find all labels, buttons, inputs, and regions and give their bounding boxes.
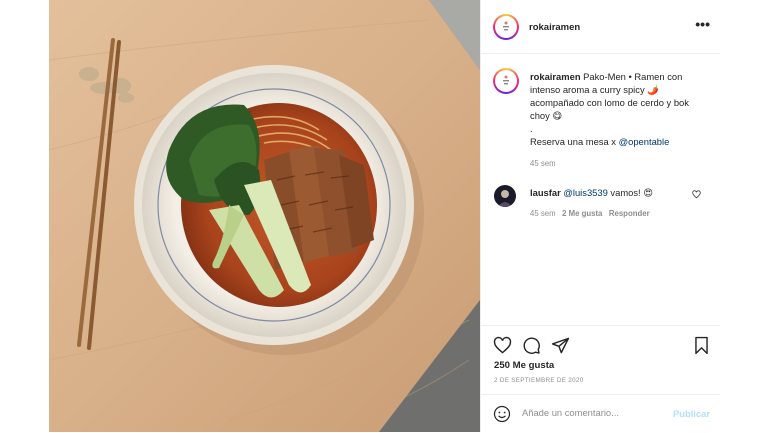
post-header: rokairamen •••: [481, 0, 720, 54]
caption-mention[interactable]: @opentable: [619, 136, 670, 147]
roka-logo-icon: [503, 21, 509, 31]
comment-likes[interactable]: 2 Me gusta: [562, 209, 602, 218]
post-date[interactable]: 2 DE SEPTIEMBRE DE 2020: [494, 377, 584, 384]
comment-username[interactable]: lausfar: [530, 187, 561, 198]
small-heart-icon[interactable]: [692, 190, 701, 199]
share-icon[interactable]: [551, 336, 570, 355]
comment-meta: 45 sem 2 Me gusta Responder: [530, 209, 650, 218]
heart-icon[interactable]: [493, 336, 512, 355]
more-options-icon[interactable]: •••: [695, 16, 710, 32]
comment-reply[interactable]: Responder: [609, 209, 650, 218]
post-caption: rokairamen Pako-Men • Ramen con intenso …: [530, 70, 710, 148]
comment-mention[interactable]: @luis3539: [563, 187, 607, 198]
caption-username[interactable]: rokairamen: [530, 71, 581, 82]
person-icon: [498, 190, 512, 207]
header-username[interactable]: rokairamen: [529, 22, 580, 33]
emoji-icon[interactable]: [493, 405, 511, 423]
ramen-photo-illustration: [49, 0, 480, 432]
post-photo[interactable]: [49, 0, 480, 432]
comment-time[interactable]: 45 sem: [530, 209, 556, 218]
comment: lausfar @luis3539 vamos! 😍: [530, 186, 710, 199]
caption-dot: .: [530, 123, 533, 134]
add-comment-bar: Publicar: [481, 394, 720, 433]
comment-input[interactable]: [522, 407, 662, 418]
caption-reserve-text: Reserva una mesa x: [530, 136, 619, 147]
comment-text: vamos! 😍: [607, 187, 654, 198]
commenter-avatar[interactable]: [494, 185, 516, 207]
publish-button[interactable]: Publicar: [673, 408, 710, 419]
comment-icon[interactable]: [522, 336, 541, 355]
bookmark-icon[interactable]: [693, 336, 710, 355]
action-bar: [481, 325, 720, 355]
roka-logo-icon: [503, 75, 509, 85]
profile-avatar[interactable]: [493, 14, 519, 40]
caption-time[interactable]: 45 sem: [530, 159, 556, 168]
likes-count[interactable]: 250 Me gusta: [494, 360, 554, 371]
caption-avatar[interactable]: [493, 68, 519, 94]
post-side-panel: rokairamen ••• rokairamen Pako-Men • Ram…: [480, 0, 720, 432]
